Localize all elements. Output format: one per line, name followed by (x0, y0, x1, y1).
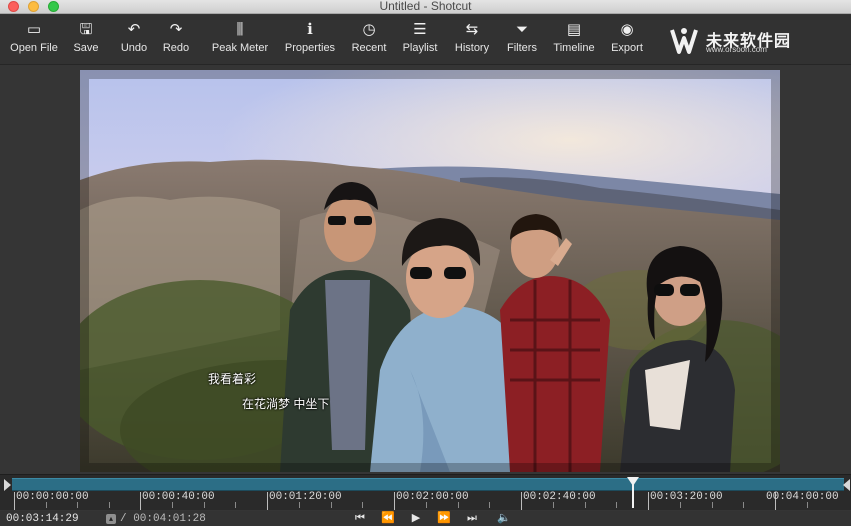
watermark-emblem-icon (670, 28, 698, 54)
subtitle-line-1: 我看着彩 (208, 372, 257, 386)
ruler-tick (14, 492, 15, 510)
ruler-tick (521, 492, 522, 510)
current-timecode[interactable]: 00:03:14:29 (6, 513, 79, 525)
rewind-button[interactable]: ⏪ (380, 512, 396, 525)
redo-label: Redo (162, 42, 190, 54)
ruler-tick (267, 492, 268, 510)
properties-icon: ℹ (307, 21, 313, 38)
open-file-button[interactable]: ▭ Open File (6, 19, 62, 61)
export-label: Export (611, 42, 643, 54)
filters-label: Filters (507, 42, 537, 54)
ruler-tick (648, 492, 649, 510)
ruler-label: 00:02:40:00 (523, 491, 596, 503)
peak-meter-label: Peak Meter (211, 42, 269, 54)
main-toolbar: ▭ Open File 🖫 Save ↶ Undo ↷ Redo ⫼ Peak … (0, 15, 851, 65)
ruler-minor-tick (743, 502, 744, 508)
properties-button[interactable]: ℹ Properties (280, 19, 340, 61)
player-area: 我看着彩 在花淌梦 中坐下 (0, 66, 851, 474)
properties-label: Properties (284, 42, 336, 54)
peak-meter-icon: ⫼ (236, 21, 244, 38)
open-file-label: Open File (10, 42, 58, 54)
playlist-icon: ☰ (413, 21, 427, 38)
recent-label: Recent (351, 42, 387, 54)
redo-icon: ↷ (169, 21, 183, 38)
title-bar: Untitled - Shotcut (0, 0, 851, 14)
skip-to-start-button[interactable]: ⏮ (352, 512, 368, 525)
ruler-minor-tick (616, 502, 617, 508)
clock-icon: ◷ (362, 21, 376, 38)
duration-timecode: / 00:04:01:28 (120, 513, 206, 525)
save-icon: 🖫 (79, 21, 93, 38)
ruler-label: 00:00:40:00 (142, 491, 215, 503)
skip-to-end-button[interactable]: ⏭ (464, 512, 480, 525)
skip-to-end-icon: ⏭ (467, 512, 477, 524)
undo-button[interactable]: ↶ Undo (116, 19, 152, 61)
scrub-track[interactable] (12, 478, 844, 491)
ruler-minor-tick (235, 502, 236, 508)
skip-to-start-icon: ⏮ (355, 512, 365, 524)
ruler-tick (140, 492, 141, 510)
subtitle-line-2: 在花淌梦 中坐下 (242, 397, 330, 411)
ruler-minor-tick (109, 502, 110, 508)
volume-icon: 🔈 (497, 512, 511, 524)
history-icon: ⇆ (465, 21, 479, 38)
rewind-icon: ⏪ (381, 512, 395, 524)
ruler-label: 00:00:00:00 (16, 491, 89, 503)
ruler-label: 00:04:00:00 (766, 491, 839, 503)
volume-button[interactable]: 🔈 (496, 512, 512, 525)
timeline-icon: ▤ (566, 21, 582, 38)
scrub-bar[interactable]: 00:00:00:00 00:00:40:00 00:01:20:00 00:0… (0, 474, 851, 510)
timeline-label: Timeline (553, 42, 595, 54)
recent-button[interactable]: ◷ Recent (348, 19, 390, 61)
video-preview[interactable]: 我看着彩 在花淌梦 中坐下 (80, 70, 780, 472)
ruler-label: 00:01:20:00 (269, 491, 342, 503)
export-button[interactable]: ◉ Export (606, 19, 648, 61)
undo-label: Undo (120, 42, 148, 54)
fast-forward-button[interactable]: ⏩ (436, 512, 452, 525)
out-point-marker[interactable] (843, 479, 850, 491)
in-point-marker[interactable] (4, 479, 11, 491)
fast-forward-icon: ⏩ (437, 512, 451, 524)
play-icon: ▶ (411, 512, 421, 524)
redo-button[interactable]: ↷ Redo (158, 19, 194, 61)
playlist-button[interactable]: ☰ Playlist (398, 19, 442, 61)
export-icon: ◉ (620, 21, 634, 38)
timeline-button[interactable]: ▤ Timeline (550, 19, 598, 61)
timecode-spinner-icon[interactable]: ▴ (106, 514, 116, 524)
video-frame-image (80, 70, 780, 472)
filters-button[interactable]: ⏷ Filters (502, 19, 542, 61)
shotcut-window: Untitled - Shotcut ▭ Open File 🖫 Save ↶ … (0, 0, 851, 526)
peak-meter-button[interactable]: ⫼ Peak Meter (208, 19, 272, 61)
history-button[interactable]: ⇆ History (450, 19, 494, 61)
folder-open-icon: ▭ (26, 21, 42, 38)
filter-icon: ⏷ (515, 21, 528, 38)
window-title: Untitled - Shotcut (379, 0, 472, 13)
ruler-label: 00:02:00:00 (396, 491, 469, 503)
ruler-tick (394, 492, 395, 510)
save-button[interactable]: 🖫 Save (68, 19, 104, 61)
ruler-minor-tick (362, 502, 363, 508)
save-label: Save (73, 42, 99, 54)
watermark-logo: 未来软件园 www.orsoon.com (668, 25, 798, 57)
transport-bar: 00:03:14:29 ▴ / 00:04:01:28 ⏮ ⏪ ▶ ⏩ ⏭ 🔈 (0, 511, 851, 526)
undo-icon: ↶ (127, 21, 141, 38)
watermark-url: www.orsoon.com (706, 45, 767, 54)
ruler-minor-tick (489, 502, 490, 508)
playhead-handle[interactable] (627, 477, 639, 486)
history-label: History (454, 42, 490, 54)
ruler-label: 00:03:20:00 (650, 491, 723, 503)
play-button[interactable]: ▶ (408, 512, 424, 525)
playlist-label: Playlist (402, 42, 438, 54)
